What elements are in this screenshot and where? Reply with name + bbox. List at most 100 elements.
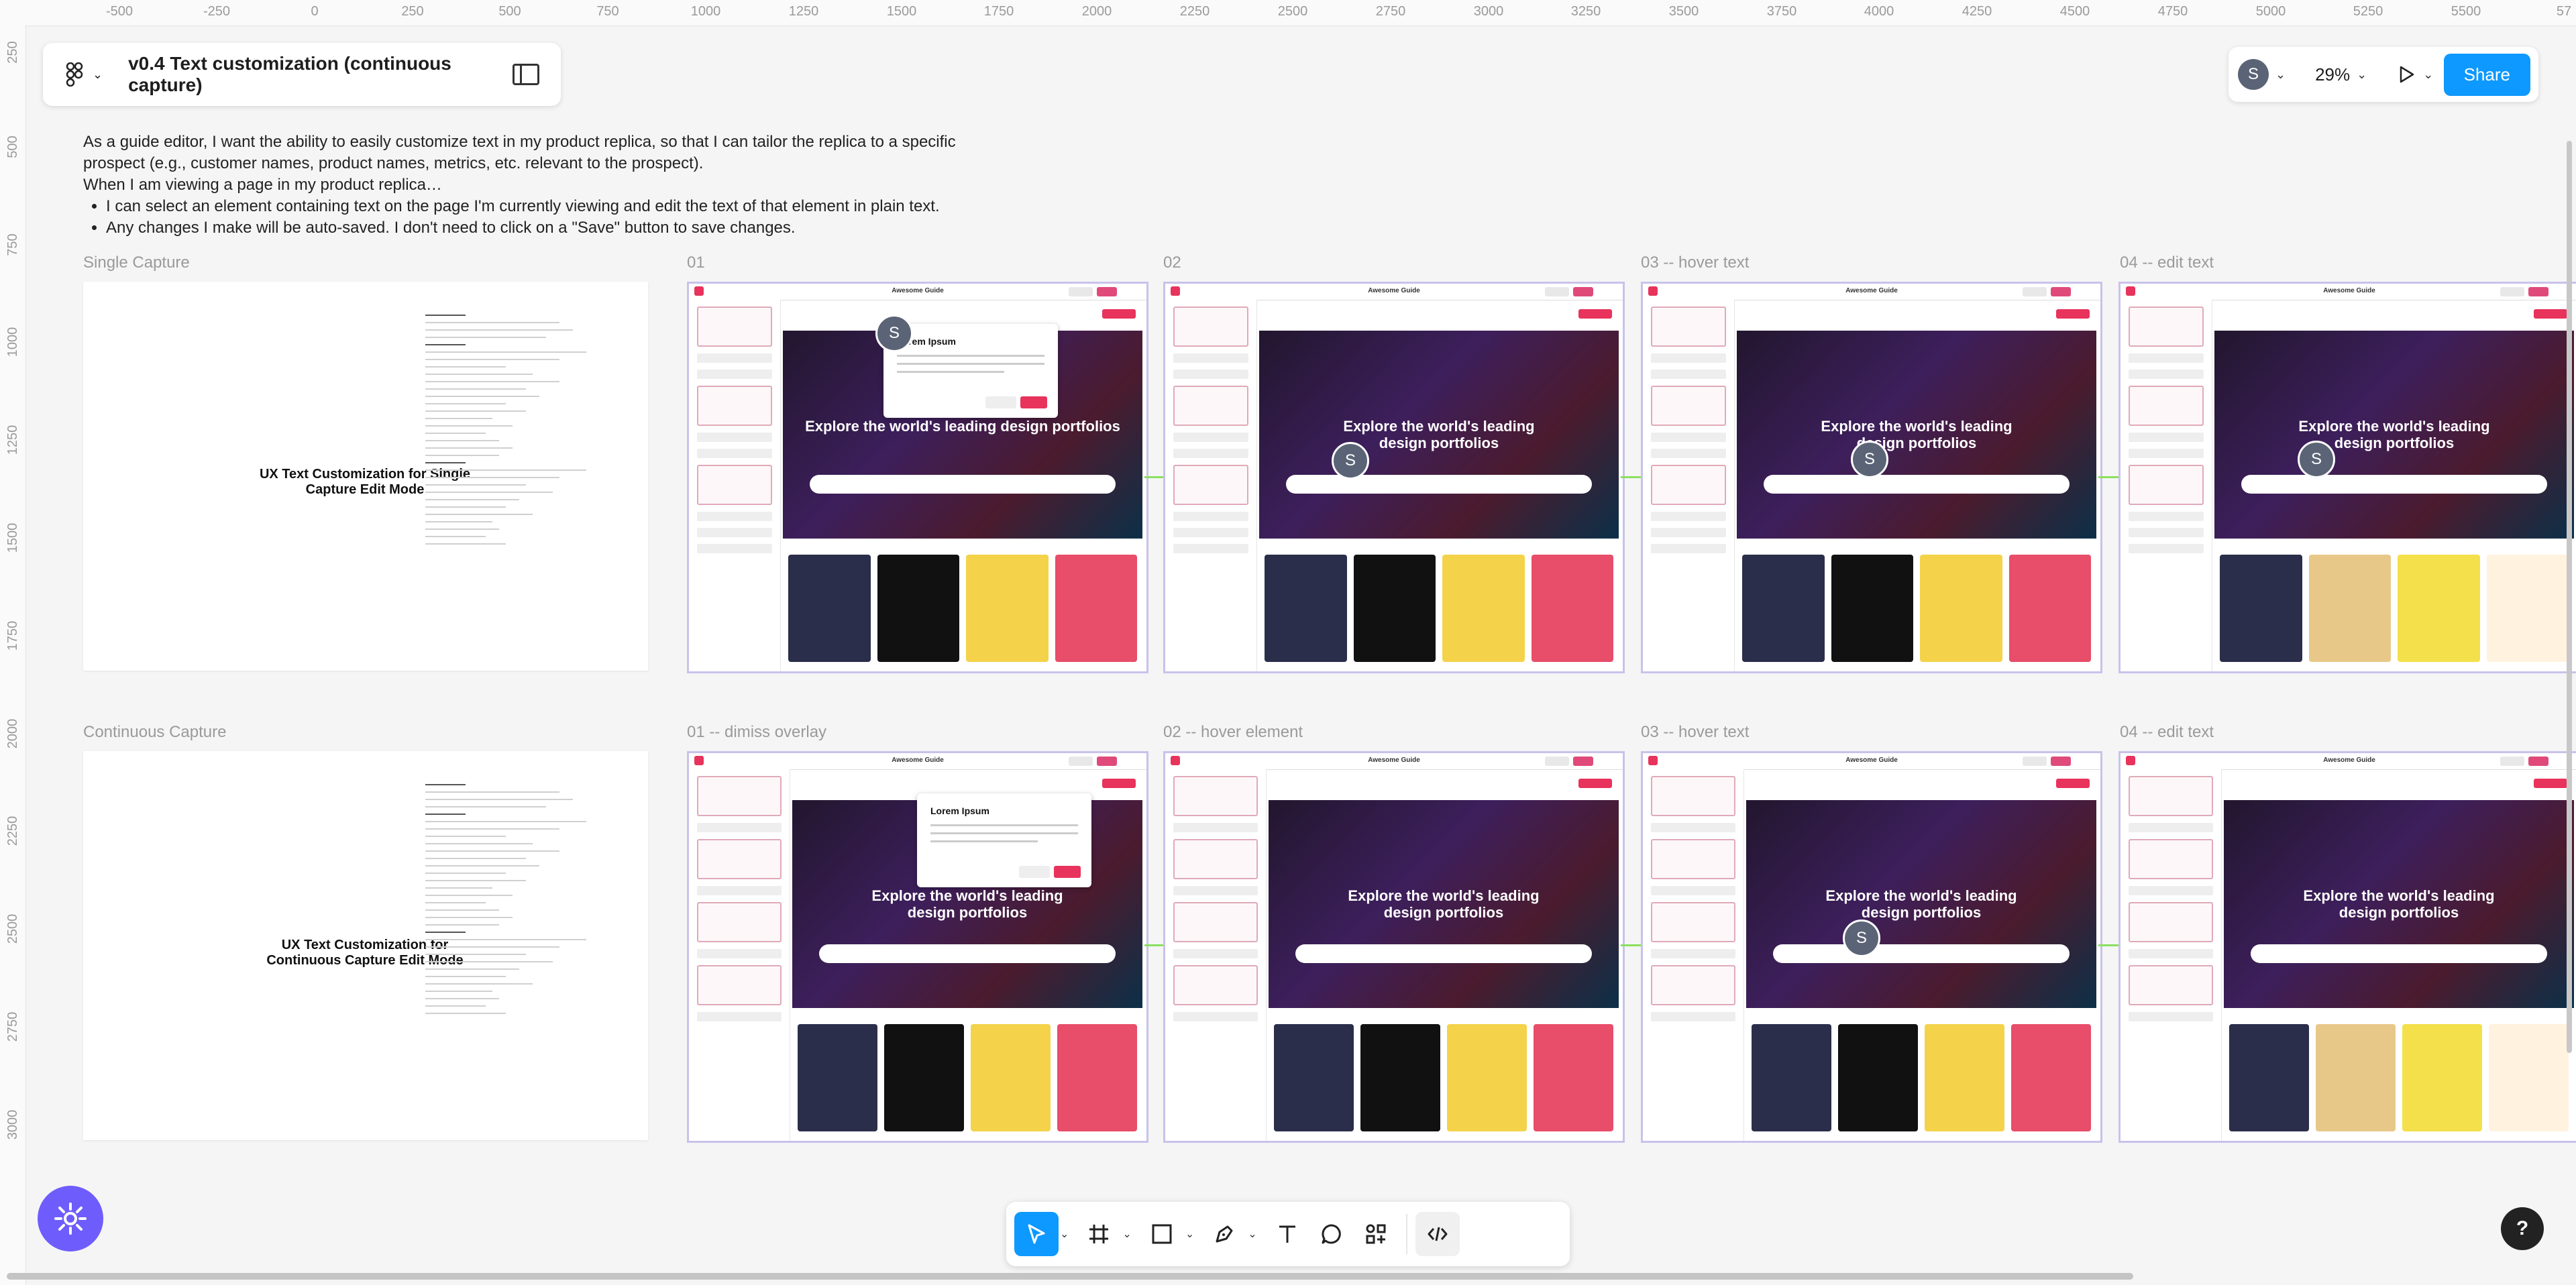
components-icon: [1366, 1224, 1386, 1244]
flow-connector: [1144, 476, 1163, 478]
ruler-tick: 3000: [5, 1109, 20, 1140]
ruler-tick: 5000: [2255, 4, 2286, 19]
play-icon[interactable]: [2396, 64, 2416, 85]
ruler-tick: 1750: [983, 4, 1014, 19]
avatar[interactable]: S: [2238, 59, 2269, 90]
panel-toggle-icon[interactable]: [513, 64, 539, 85]
ruler-tick: -250: [203, 4, 231, 19]
flow-connector: [2098, 476, 2118, 478]
hero-heading: Explore the world's leading design portf…: [805, 418, 1120, 435]
ruler-tick: 2500: [5, 913, 20, 944]
frame-label[interactable]: 02 -- hover element: [1163, 723, 1303, 742]
chevron-down-icon[interactable]: ⌄: [1248, 1227, 1256, 1241]
components-tool[interactable]: [1354, 1212, 1398, 1256]
chevron-down-icon[interactable]: ⌄: [1185, 1227, 1194, 1241]
help-button[interactable]: ?: [2501, 1207, 2544, 1250]
ruler-tick: 4750: [2157, 4, 2188, 19]
chevron-down-icon[interactable]: ⌄: [1122, 1227, 1131, 1241]
story-line-2: prospect (e.g., customer names, product …: [83, 154, 704, 172]
pen-tool-icon: [1216, 1225, 1233, 1243]
story-bullet: Any changes I make will be auto-saved. I…: [106, 217, 1063, 239]
ruler-tick: 1250: [788, 4, 819, 19]
frame-tool[interactable]: [1077, 1212, 1121, 1256]
ruler-tick: 3250: [1570, 4, 1601, 19]
ruler-tick: 1500: [886, 4, 917, 19]
file-menu-card: ⌄ v0.4 Text customization (continuous ca…: [43, 43, 561, 106]
ruler-tick: 2500: [1277, 4, 1308, 19]
frame-label[interactable]: 01: [687, 254, 705, 272]
frame-continuous-02[interactable]: Awesome Guide Explore the world's leadin…: [1163, 751, 1625, 1143]
ruler-tick: 4000: [1864, 4, 1894, 19]
frame-label[interactable]: 01 -- dimiss overlay: [687, 723, 826, 742]
dev-mode-toggle[interactable]: [1415, 1212, 1460, 1256]
spec-doc-single[interactable]: UX Text Customization for Single Capture…: [83, 282, 648, 671]
comment-tool[interactable]: [1309, 1212, 1354, 1256]
ruler-tick: 750: [596, 4, 619, 19]
text-tool-icon: [1279, 1225, 1295, 1243]
ruler-tick: 4250: [1962, 4, 1992, 19]
pen-tool[interactable]: [1202, 1212, 1246, 1256]
comment-tool-icon: [1322, 1224, 1341, 1244]
dev-mode-icon: [1428, 1227, 1448, 1241]
flow-connector: [1621, 476, 1641, 478]
rectangle-tool-icon: [1152, 1224, 1172, 1244]
ruler-tick: 2750: [5, 1011, 20, 1042]
top-ruler: -500 -250 0 250 500 750 1000 1250 1500 1750 2000 22…: [0, 0, 2576, 26]
move-tool[interactable]: [1014, 1212, 1059, 1256]
frame-single-01[interactable]: Awesome Guide Explore the world's leadin…: [687, 282, 1148, 673]
flow-connector: [1621, 944, 1641, 946]
ruler-tick: 250: [401, 4, 424, 19]
text-tool[interactable]: [1265, 1212, 1309, 1256]
help-icon: ?: [2516, 1217, 2529, 1239]
ruler-tick: 5250: [2353, 4, 2383, 19]
spec-doc-continuous[interactable]: UX Text Customization for Continuous Cap…: [83, 751, 648, 1140]
ruler-tick: 750: [5, 233, 20, 256]
ruler-tick: 2250: [1179, 4, 1210, 19]
chevron-down-icon[interactable]: ⌄: [1060, 1227, 1069, 1241]
frame-continuous-03[interactable]: Awesome Guide Explore the world's leadin…: [1641, 751, 2102, 1143]
ruler-tick: 3750: [1766, 4, 1797, 19]
story-line-1: As a guide editor, I want the ability to…: [83, 133, 956, 151]
vertical-scrollbar[interactable]: [2567, 141, 2572, 1053]
toolbar-divider: [1405, 1214, 1407, 1254]
section-label-continuous[interactable]: Continuous Capture: [83, 723, 226, 742]
ruler-tick: 2000: [5, 718, 20, 749]
ruler-tick: 500: [498, 4, 521, 19]
ruler-tick: 0: [311, 4, 319, 19]
ruler-tick: 250: [5, 41, 20, 64]
frame-single-03[interactable]: Awesome Guide Explore the world's leadin…: [1641, 282, 2102, 673]
zoom-level[interactable]: 29%: [2315, 64, 2350, 85]
ruler-tick: 57: [2556, 4, 2572, 19]
frame-single-04[interactable]: Awesome Guide Explore the world's leadin…: [2118, 282, 2576, 673]
frame-continuous-01[interactable]: Awesome Guide Explore the world's leadin…: [687, 751, 1148, 1143]
plugin-icon: [54, 1203, 87, 1235]
figma-menu-icon: [66, 62, 83, 87]
frame-single-02[interactable]: Awesome Guide Explore the world's leadin…: [1163, 282, 1625, 673]
ruler-tick: -500: [105, 4, 133, 19]
frame-label[interactable]: 03 -- hover text: [1641, 254, 1749, 272]
ruler-tick: 3500: [1668, 4, 1699, 19]
user-story-text: As a guide editor, I want the ability to…: [83, 131, 1063, 239]
frame-label[interactable]: 04 -- edit text: [2120, 723, 2214, 742]
horizontal-scrollbar[interactable]: [7, 1273, 2133, 1280]
section-label-single[interactable]: Single Capture: [83, 254, 190, 272]
frame-label[interactable]: 04 -- edit text: [2120, 254, 2214, 272]
frame-label[interactable]: 03 -- hover text: [1641, 723, 1749, 742]
chevron-down-icon[interactable]: ⌄: [2275, 68, 2286, 82]
chevron-down-icon[interactable]: ⌄: [2357, 68, 2367, 82]
chevron-down-icon[interactable]: ⌄: [2423, 68, 2433, 82]
plugin-button[interactable]: [38, 1186, 103, 1251]
top-right-controls: S ⌄ 29% ⌄ ⌄ Share: [2229, 47, 2538, 102]
ruler-tick: 1000: [690, 4, 721, 19]
file-title[interactable]: v0.4 Text customization (continuous capt…: [128, 53, 513, 96]
main-menu-button[interactable]: ⌄: [66, 62, 103, 87]
ruler-tick: 2000: [1081, 4, 1112, 19]
share-button[interactable]: Share: [2443, 53, 2530, 96]
frame-tool-icon: [1089, 1225, 1109, 1243]
frame-continuous-04[interactable]: Awesome Guide Explore the world's leadin…: [2118, 751, 2576, 1143]
bottom-toolbar: ⌄ ⌄ ⌄ ⌄: [1006, 1202, 1570, 1266]
rectangle-tool[interactable]: [1140, 1212, 1184, 1256]
story-line-3: When I am viewing a page in my product r…: [83, 176, 442, 194]
frame-label[interactable]: 02: [1163, 254, 1181, 272]
story-bullet: I can select an element containing text …: [106, 196, 1063, 217]
